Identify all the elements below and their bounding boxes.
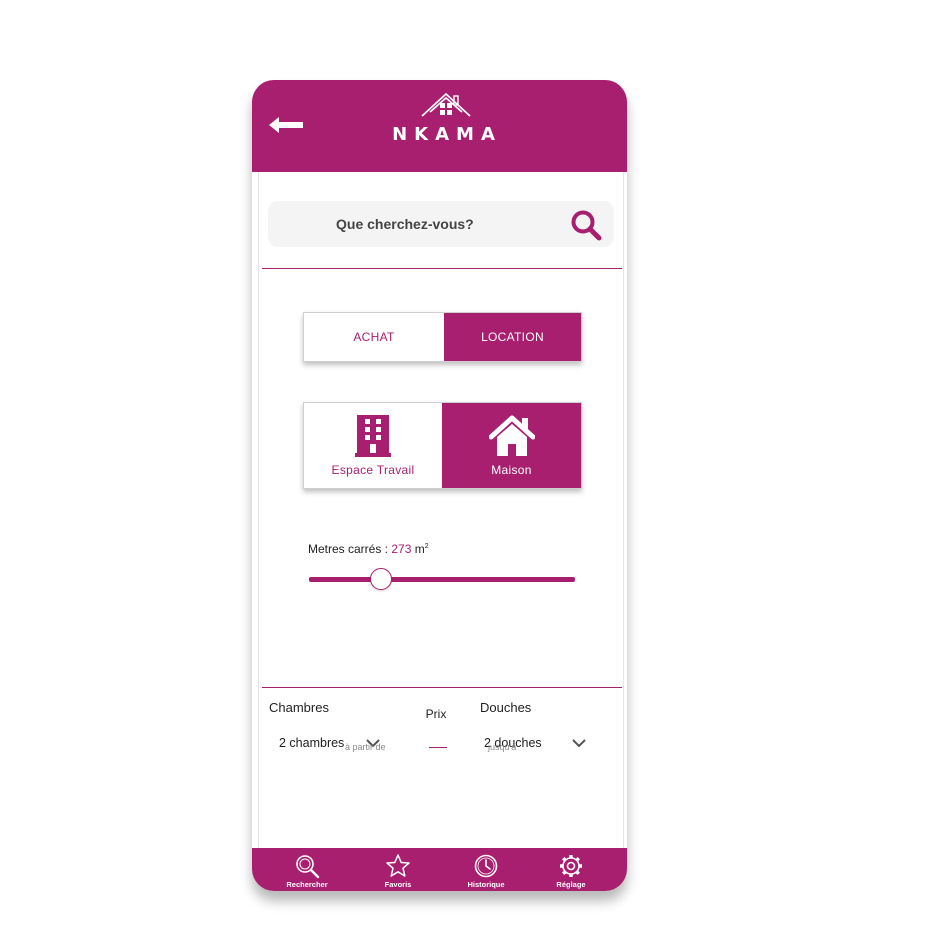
surface-value: 273 [391, 542, 412, 556]
transaction-toggle: ACHAT LOCATION [303, 312, 582, 362]
achat-button[interactable]: ACHAT [304, 313, 444, 361]
nav-item-rechercher[interactable]: Rechercher [272, 848, 342, 891]
clock-icon [474, 854, 498, 878]
phone-frame: NKAMA Que cherchez-vous? ACHAT LOCATION [252, 80, 627, 891]
nav-label-favoris: Favoris [384, 880, 412, 889]
nav-label-historique: Historique [467, 880, 505, 889]
price-from-input[interactable]: à partir de [345, 742, 386, 752]
logo-house-icon [421, 92, 471, 117]
property-type-toggle: Espace Travail Maison [303, 402, 582, 489]
location-button[interactable]: LOCATION [444, 313, 581, 361]
search-icon [296, 855, 320, 879]
surface-unit: m [414, 542, 425, 556]
search-input[interactable]: Que cherchez-vous? [336, 216, 474, 232]
gear-icon [560, 855, 582, 877]
divider-bottom [262, 687, 622, 688]
app-header: NKAMA [252, 80, 627, 172]
bedrooms-value: 2 chambres [279, 736, 345, 750]
espace-travail-label: Espace Travail [331, 462, 415, 477]
house-icon [488, 415, 535, 456]
surface-label: Metres carrés : 273 m2 [308, 542, 429, 556]
bottom-nav: Rechercher Favoris Historique Réglage [252, 848, 627, 891]
logo-text: NKAMA [392, 124, 502, 145]
search-icon[interactable] [570, 209, 602, 241]
surface-exponent: 2 [424, 543, 429, 550]
back-arrow-icon[interactable] [269, 116, 305, 134]
surface-slider[interactable] [309, 568, 575, 590]
espace-travail-button[interactable]: Espace Travail [304, 403, 442, 488]
surface-slider-thumb[interactable] [369, 568, 392, 590]
price-separator [429, 747, 447, 748]
nav-item-favoris[interactable]: Favoris [363, 848, 433, 891]
star-icon [386, 854, 410, 877]
price-label: Prix [425, 707, 447, 721]
office-building-icon [355, 414, 391, 457]
surface-label-text: Metres carrés : [308, 542, 392, 556]
search-form: Que cherchez-vous? ACHAT LOCATION Espace… [258, 172, 624, 848]
maison-label: Maison [491, 462, 532, 477]
nav-item-historique[interactable]: Historique [451, 848, 521, 891]
nav-label-reglage: Réglage [556, 880, 586, 889]
maison-button[interactable]: Maison [442, 403, 581, 488]
search-bar[interactable]: Que cherchez-vous? [268, 201, 614, 247]
nav-item-reglage[interactable]: Réglage [536, 848, 606, 891]
price-to-input[interactable]: jusqu'à [488, 742, 516, 752]
nav-label-rechercher: Rechercher [286, 880, 328, 889]
divider-top [262, 268, 622, 269]
app-logo: NKAMA [392, 90, 502, 150]
chevron-down-icon [571, 738, 586, 747]
